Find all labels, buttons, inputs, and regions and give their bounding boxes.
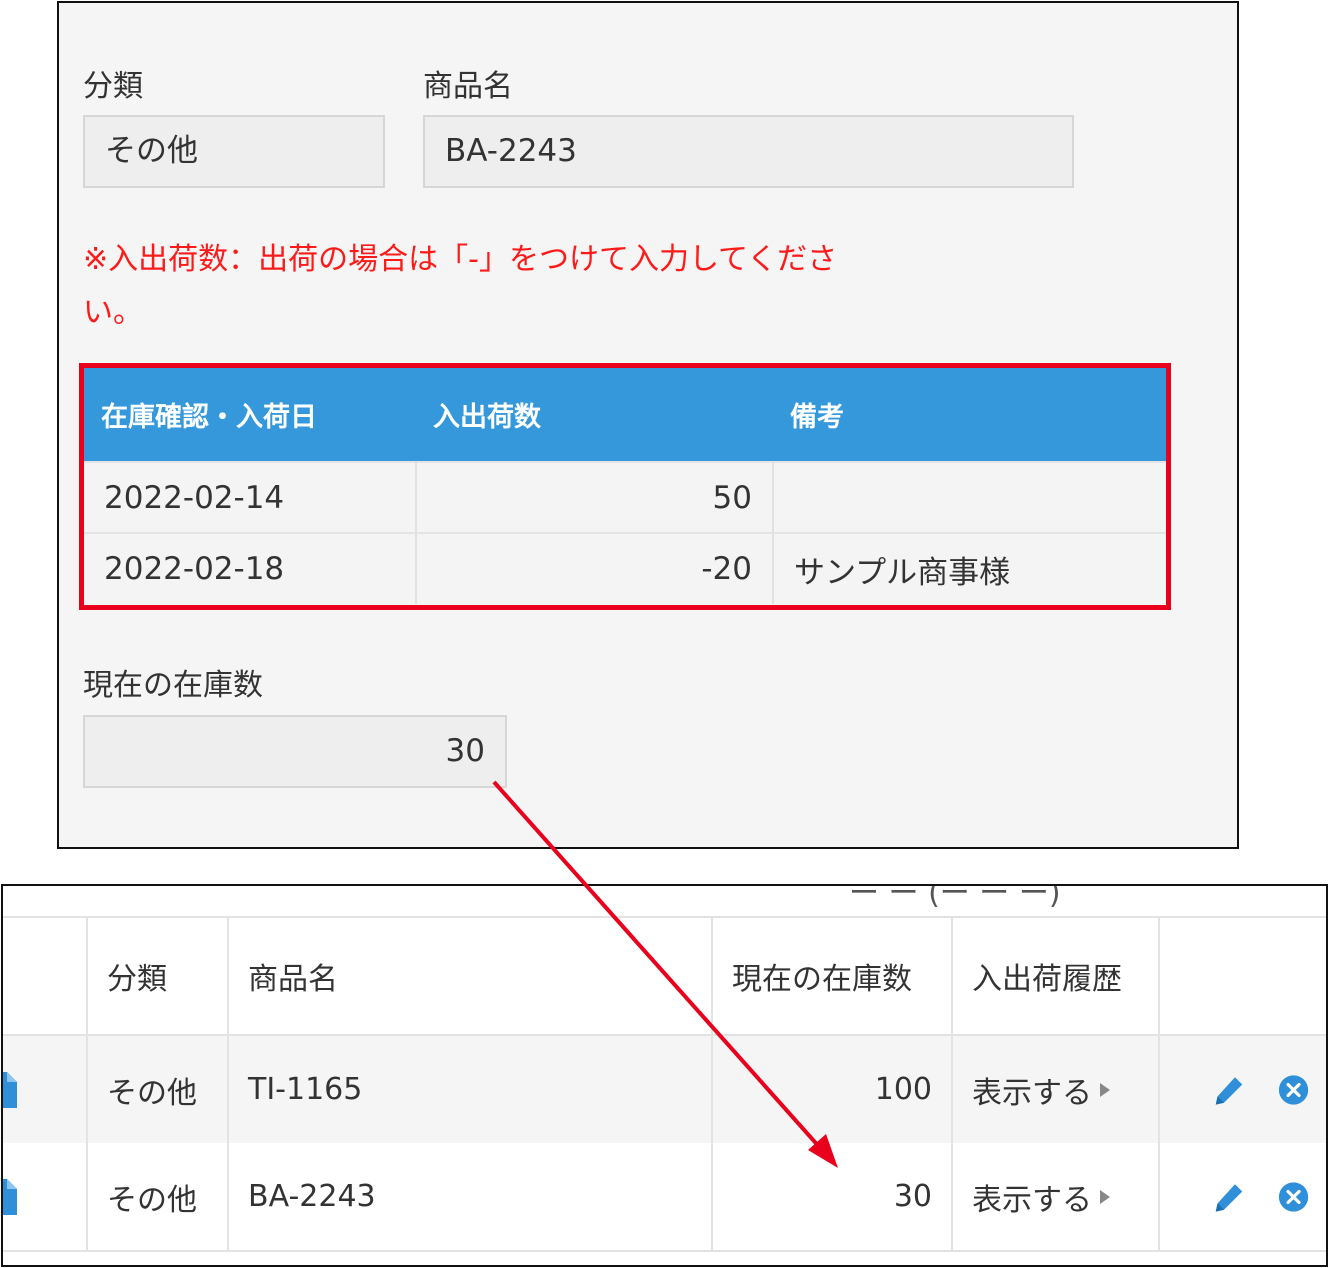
stock-history-table: 在庫確認・入荷日 入出荷数 備考 2022-02-14 50 2022-02-1… (79, 363, 1171, 610)
history-row: 2022-02-18 -20 サンプル商事様 (84, 532, 1166, 604)
list-header-category[interactable]: 分類 (87, 916, 229, 1036)
pencil-icon[interactable] (1213, 1179, 1246, 1215)
history-date: 2022-02-18 (84, 532, 417, 604)
quantity-note: ※入出荷数：出荷の場合は「-」をつけて入力してくださ い。 (83, 233, 963, 339)
record-list-table: 分類 商品名 現在の在庫数 入出荷履歴 その他 TI-1165 100 表示する… (1, 916, 1326, 1252)
history-header-row: 在庫確認・入荷日 入出荷数 備考 (84, 368, 1166, 462)
row-category: その他 (87, 1035, 229, 1143)
history-row: 2022-02-14 50 (84, 461, 1166, 533)
history-qty: 50 (416, 461, 774, 533)
pencil-icon[interactable] (1213, 1072, 1246, 1108)
row-product: TI-1165 (228, 1035, 713, 1143)
row-actions (1159, 1143, 1326, 1252)
history-qty: -20 (416, 532, 774, 604)
category-field: その他 (83, 115, 385, 188)
history-remark (773, 461, 1166, 533)
category-label: 分類 (83, 69, 143, 104)
document-icon[interactable] (1, 1178, 17, 1215)
quantity-note-line2: い。 (83, 295, 143, 330)
row-history-link[interactable]: 表示する (952, 1035, 1160, 1143)
record-detail-panel: 分類 商品名 その他 BA-2243 ※入出荷数：出荷の場合は「-」をつけて入力… (57, 1, 1239, 849)
list-header-blank (3, 916, 88, 1036)
row-actions (1159, 1035, 1326, 1143)
cutoff-heading: ー ー (ー ー ー) (849, 884, 1061, 911)
list-header-actions (1159, 916, 1326, 1036)
quantity-note-line1: ※入出荷数：出荷の場合は「-」をつけて入力してくださ (83, 242, 838, 277)
table-row: その他 TI-1165 100 表示する (1, 1035, 1326, 1143)
history-header-date: 在庫確認・入荷日 (84, 368, 416, 462)
row-product: BA-2243 (228, 1143, 713, 1252)
record-detail-link[interactable] (1, 1143, 88, 1252)
list-header-stock[interactable]: 現在の在庫数 (712, 916, 953, 1036)
history-date: 2022-02-14 (84, 461, 417, 533)
history-remark: サンプル商事様 (773, 532, 1166, 604)
record-list-view: ー ー (ー ー ー) 分類 商品名 現在の在庫数 入出荷履歴 その他 TI-1… (1, 884, 1328, 1267)
record-detail-link[interactable] (1, 1035, 88, 1143)
list-header-history[interactable]: 入出荷履歴 (952, 916, 1160, 1036)
product-name-label: 商品名 (423, 69, 513, 104)
history-header-qty: 入出荷数 (416, 368, 773, 462)
caret-right-icon (1100, 1189, 1110, 1204)
row-stock: 100 (712, 1035, 953, 1143)
list-header-row: 分類 商品名 現在の在庫数 入出荷履歴 (3, 916, 1326, 1036)
document-icon[interactable] (1, 1071, 17, 1108)
current-stock-label: 現在の在庫数 (83, 668, 263, 703)
row-category: その他 (87, 1143, 229, 1252)
current-stock-field: 30 (83, 715, 507, 788)
list-header-product[interactable]: 商品名 (228, 916, 713, 1036)
row-stock: 30 (712, 1143, 953, 1252)
row-history-label[interactable]: 表示する (972, 1076, 1092, 1111)
row-history-link[interactable]: 表示する (952, 1143, 1160, 1252)
row-history-label[interactable]: 表示する (972, 1183, 1092, 1218)
close-circle-icon[interactable] (1278, 1180, 1309, 1214)
history-header-remark: 備考 (773, 368, 1166, 462)
close-circle-icon[interactable] (1278, 1073, 1309, 1107)
caret-right-icon (1100, 1082, 1110, 1097)
product-name-field: BA-2243 (423, 115, 1074, 188)
table-row: その他 BA-2243 30 表示する (1, 1143, 1326, 1252)
